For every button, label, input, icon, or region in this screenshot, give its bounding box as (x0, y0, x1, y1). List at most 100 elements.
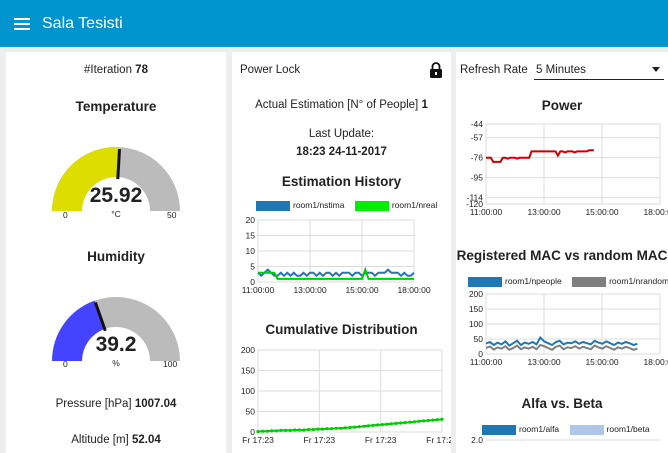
y-tick-label: 2.0 (471, 435, 483, 445)
y-tick-label: 20 (246, 215, 256, 225)
temperature-max: 50 (167, 210, 177, 220)
y-tick-label: 100 (469, 319, 483, 329)
iteration-line: #Iteration 78 (6, 64, 226, 76)
data-point (431, 418, 435, 422)
data-point (279, 428, 283, 432)
refresh-rate-select[interactable]: 5 Minutes (534, 62, 664, 80)
data-point (380, 423, 384, 427)
power-lock-label: Power Lock (240, 64, 301, 76)
humidity-unit: % (112, 358, 120, 368)
estimation-card: Power Lock Actual Estimation [N° of Peop… (232, 52, 451, 453)
data-point (422, 419, 426, 423)
legend-label-npeople: room1/npeople (505, 276, 562, 286)
x-tick-label: Fr 17:23 (426, 435, 451, 445)
data-point (440, 417, 444, 421)
data-point (274, 429, 278, 433)
altitude-value: 52.04 (131, 434, 161, 446)
chevron-down-icon (652, 67, 660, 72)
data-point (376, 423, 380, 427)
legend-label-nreal: room1/nreal (391, 200, 438, 210)
x-tick-label: 13:00:00 (527, 357, 560, 367)
pressure-label: Pressure [hPa] (55, 398, 132, 410)
temperature-min: 0 (63, 210, 68, 220)
iteration-value: 78 (135, 64, 148, 76)
network-card: Refresh Rate 5 Minutes Power -44 -57 -76 -9… (456, 52, 668, 453)
data-point (297, 428, 301, 432)
data-point (403, 421, 407, 425)
alfa-vs-beta-chart: 2.0 (471, 435, 660, 445)
hamburger-menu-icon[interactable] (6, 0, 38, 47)
legend-label-alfa: room1/alfa (519, 424, 560, 434)
data-point (412, 420, 416, 424)
padlock-icon[interactable] (429, 62, 443, 78)
refresh-rate-label: Refresh Rate (460, 64, 528, 76)
x-tick-label: Fr 17:23 (304, 435, 336, 445)
x-tick-label: 18:00:00 (397, 285, 430, 295)
data-point (389, 422, 393, 426)
y-tick-label: -95 (471, 173, 484, 183)
data-point (366, 424, 370, 428)
data-point (330, 427, 334, 431)
y-tick-label: -57 (471, 133, 484, 143)
pressure-value: 1007.04 (134, 398, 177, 410)
data-point (343, 426, 347, 430)
estimation-history-title: Estimation History (281, 174, 402, 189)
sensors-card: #Iteration 78 Temperature 25.92 °C 0 50 … (6, 52, 226, 453)
data-point (394, 421, 398, 425)
estimation-history-legend: room1/nstima room1/nreal (256, 200, 437, 211)
x-tick-label: 11:00:00 (470, 357, 503, 367)
altitude-line: Altitude [m] 52.04 (6, 434, 226, 446)
iteration-label: #Iteration (84, 64, 132, 76)
data-point (371, 423, 375, 427)
last-update-value: 18:23 24-11-2017 (296, 146, 387, 158)
data-point (399, 421, 403, 425)
x-tick-label: 15:00:00 (585, 207, 618, 217)
data-point (293, 428, 297, 432)
y-tick-label: 150 (241, 366, 255, 376)
x-tick-label: Fr 17:23 (242, 435, 274, 445)
pressure-line: Pressure [hPa] 1007.04 (6, 398, 226, 410)
data-point (302, 428, 306, 432)
humidity-title: Humidity (87, 249, 145, 264)
app-title: Sala Tesisti (42, 14, 123, 32)
data-point (265, 429, 269, 433)
data-point (348, 425, 352, 430)
x-tick-label: 13:00:00 (293, 285, 326, 295)
data-point (320, 427, 324, 431)
data-point (339, 426, 343, 430)
data-point (288, 428, 292, 432)
temperature-value: 25.92 (89, 184, 143, 207)
data-point (270, 429, 274, 433)
x-tick-label: Fr 17:23 (365, 435, 397, 445)
legend-label-beta: room1/beta (606, 424, 650, 434)
data-point (357, 425, 361, 429)
power-title: Power (541, 98, 583, 113)
legend-swatch-nreal (354, 200, 389, 211)
y-tick-label: -44 (471, 119, 484, 129)
series-line-room1/nstima (257, 268, 415, 278)
y-tick-label: -76 (471, 153, 484, 163)
x-tick-label: 15:00:00 (345, 285, 378, 295)
temperature-unit: °C (111, 209, 121, 219)
cumulative-distribution-title: Cumulative Distribution (265, 322, 418, 337)
estimation-line: Actual Estimation [N° of People] 1 (232, 99, 451, 111)
humidity-min: 0 (63, 359, 68, 369)
data-point (256, 430, 260, 434)
estimation-history-chart: 2015105011:00:00 13:00:00 15:00:00 18:00:00 (242, 215, 431, 295)
y-tick-label: 100 (241, 386, 255, 396)
data-point (284, 428, 288, 432)
data-point (426, 418, 430, 423)
y-tick-label: 5 (250, 262, 255, 272)
x-tick-label: 11:00:00 (242, 285, 275, 295)
legend-swatch-npeople (468, 276, 502, 287)
y-tick-label: 50 (246, 407, 256, 417)
temperature-title: Temperature (75, 99, 157, 114)
x-tick-label: 18:00:00 (643, 357, 668, 367)
data-point (353, 425, 357, 429)
data-point (334, 426, 338, 430)
data-point (435, 418, 439, 422)
series-line-power (486, 149, 594, 163)
x-tick-label: 15:00:00 (585, 357, 618, 367)
legend-swatch-nrandom (572, 276, 607, 287)
y-tick-label: 200 (469, 289, 483, 299)
